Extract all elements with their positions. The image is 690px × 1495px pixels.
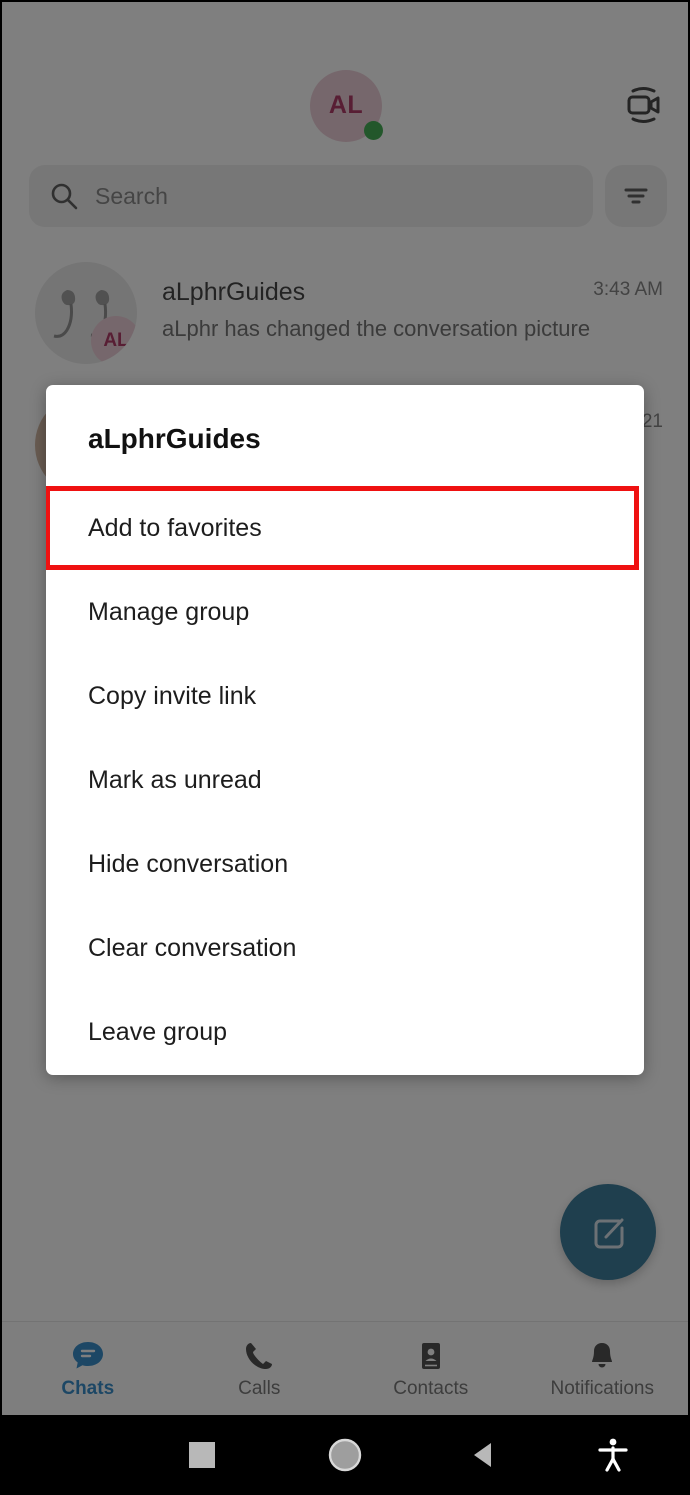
menu-item-label: Add to favorites <box>88 513 262 542</box>
phone-screen: AL Search <box>0 0 690 1495</box>
recents-button[interactable] <box>175 1439 229 1471</box>
menu-item-label: Manage group <box>88 597 250 626</box>
home-button[interactable] <box>318 1435 372 1475</box>
menu-item-manage-group[interactable]: Manage group <box>46 570 644 654</box>
menu-item-clear-conversation[interactable]: Clear conversation <box>46 906 644 990</box>
menu-item-label: Mark as unread <box>88 765 262 794</box>
menu-item-label: Copy invite link <box>88 681 257 710</box>
menu-item-mark-as-unread[interactable]: Mark as unread <box>46 738 644 822</box>
menu-item-hide-conversation[interactable]: Hide conversation <box>46 822 644 906</box>
menu-item-copy-invite-link[interactable]: Copy invite link <box>46 654 644 738</box>
menu-item-label: Clear conversation <box>88 933 297 962</box>
options-menu: Add to favorites Manage group Copy invit… <box>46 486 644 1074</box>
menu-item-label: Leave group <box>88 1017 228 1046</box>
back-button[interactable] <box>458 1437 512 1473</box>
system-navigation-bar <box>0 1415 690 1495</box>
accessibility-icon <box>598 1438 628 1472</box>
dialog-title: aLphrGuides <box>88 423 261 454</box>
accessibility-button[interactable] <box>586 1435 640 1475</box>
menu-item-label: Hide conversation <box>88 849 289 878</box>
conversation-options-dialog: aLphrGuides Add to favorites Manage grou… <box>46 385 644 1075</box>
menu-item-add-to-favorites[interactable]: Add to favorites <box>46 486 639 570</box>
menu-item-leave-group[interactable]: Leave group <box>46 990 644 1074</box>
triangle-back-icon <box>474 1443 491 1467</box>
square-recents-icon <box>189 1442 215 1468</box>
circle-home-icon <box>328 1438 362 1472</box>
